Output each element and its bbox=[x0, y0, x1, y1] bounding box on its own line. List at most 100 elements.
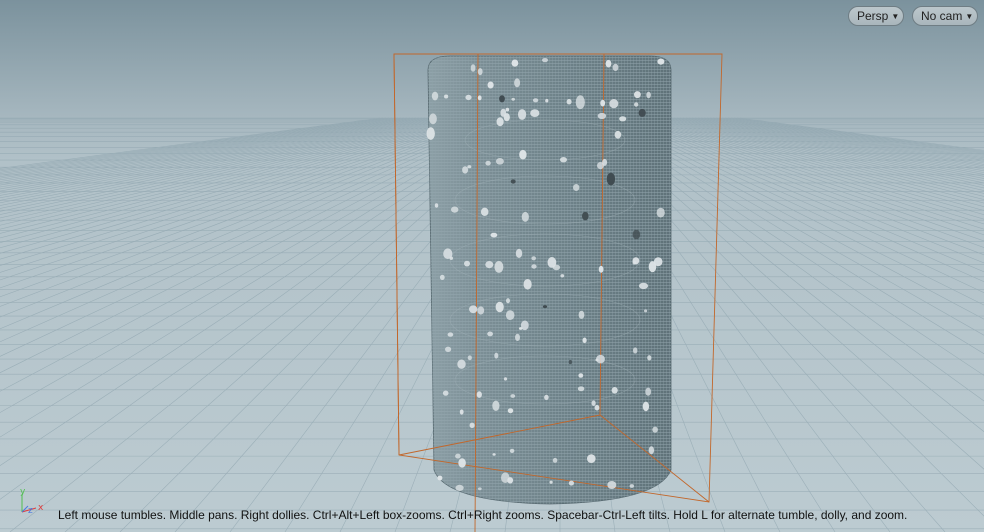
debris-particle bbox=[455, 453, 461, 459]
view-persp-label: Persp bbox=[857, 9, 889, 23]
debris-particle bbox=[606, 172, 616, 186]
debris-particle bbox=[511, 97, 515, 101]
debris-particle bbox=[646, 91, 651, 99]
debris-particle bbox=[632, 260, 637, 265]
debris-particle bbox=[431, 91, 439, 101]
debris-particle bbox=[426, 127, 435, 140]
debris-particle bbox=[560, 157, 567, 163]
debris-particle bbox=[447, 332, 454, 337]
debris-particle bbox=[652, 426, 658, 433]
debris-particle bbox=[544, 394, 549, 400]
debris-particle bbox=[573, 184, 580, 191]
debris-particle bbox=[577, 386, 585, 392]
debris-particle bbox=[600, 99, 606, 107]
debris-particle bbox=[638, 282, 649, 290]
debris-particle bbox=[515, 333, 520, 341]
viewport-status-hint: Left mouse tumbles. Middle pans. Right d… bbox=[58, 508, 908, 522]
debris-particle bbox=[510, 394, 516, 398]
debris-particle bbox=[545, 98, 549, 103]
debris-particle bbox=[477, 68, 483, 76]
debris-particle bbox=[455, 484, 464, 491]
camera-menu[interactable]: No cam ▼ bbox=[912, 6, 978, 26]
debris-particle bbox=[494, 352, 499, 359]
3d-viewport[interactable]: Persp ▼ No cam ▼ y x z Left mouse tumbles.… bbox=[0, 0, 984, 532]
debris-particle bbox=[575, 95, 585, 110]
debris-particle bbox=[434, 203, 439, 208]
scene-canvas[interactable] bbox=[0, 0, 984, 532]
caret-down-icon: ▼ bbox=[965, 12, 974, 21]
debris-particle bbox=[656, 207, 665, 218]
debris-particle bbox=[598, 265, 604, 273]
debris-particle bbox=[632, 229, 641, 240]
debris-particle bbox=[505, 107, 510, 112]
debris-particle bbox=[505, 310, 515, 320]
debris-particle bbox=[611, 387, 618, 394]
debris-particle bbox=[549, 480, 553, 484]
debris-particle bbox=[429, 113, 437, 125]
debris-particle bbox=[612, 63, 619, 71]
debris-particle bbox=[492, 400, 500, 411]
view-persp-menu[interactable]: Persp ▼ bbox=[848, 6, 904, 26]
debris-particle bbox=[560, 274, 565, 278]
debris-particle bbox=[587, 454, 596, 463]
debris-particle bbox=[487, 331, 493, 337]
debris-particle bbox=[597, 112, 607, 120]
debris-particle bbox=[591, 400, 596, 407]
debris-particle bbox=[464, 260, 470, 267]
debris-particle bbox=[495, 158, 504, 165]
debris-particle bbox=[444, 94, 449, 99]
debris-particle bbox=[532, 98, 539, 103]
debris-particle bbox=[469, 305, 478, 314]
cylinder-mesh[interactable] bbox=[427, 55, 672, 505]
debris-particle bbox=[578, 310, 585, 319]
debris-particle bbox=[633, 347, 638, 354]
debris-particle bbox=[568, 480, 575, 486]
debris-particle bbox=[552, 457, 558, 463]
axis-y-label: y bbox=[20, 487, 26, 497]
debris-particle bbox=[515, 248, 523, 258]
debris-particle bbox=[443, 248, 453, 259]
debris-particle bbox=[459, 409, 464, 415]
debris-particle bbox=[518, 109, 527, 120]
debris-particle bbox=[510, 179, 516, 184]
debris-particle bbox=[619, 116, 627, 122]
debris-particle bbox=[487, 81, 494, 89]
debris-particle bbox=[597, 162, 604, 170]
debris-particle bbox=[494, 261, 504, 273]
debris-particle bbox=[451, 206, 459, 213]
debris-particle bbox=[457, 359, 466, 369]
debris-particle bbox=[480, 207, 489, 216]
debris-particle bbox=[648, 446, 655, 455]
debris-particle bbox=[465, 94, 472, 101]
debris-particle bbox=[530, 109, 540, 117]
debris-particle bbox=[594, 404, 600, 411]
debris-particle bbox=[644, 309, 648, 313]
debris-particle bbox=[566, 98, 572, 105]
debris-particle bbox=[518, 327, 523, 330]
debris-particle bbox=[523, 279, 532, 290]
debris-particle bbox=[477, 95, 482, 101]
debris-particle bbox=[582, 211, 589, 221]
debris-particle bbox=[519, 149, 527, 160]
debris-particle bbox=[629, 484, 634, 488]
debris-particle bbox=[485, 261, 494, 269]
debris-particle bbox=[521, 211, 529, 222]
debris-particle bbox=[439, 274, 445, 280]
axis-gizmo: y x z bbox=[20, 487, 44, 516]
debris-particle bbox=[503, 377, 508, 381]
axis-x-label: x bbox=[38, 503, 44, 513]
debris-particle bbox=[495, 301, 504, 313]
debris-particle bbox=[469, 422, 475, 428]
debris-particle bbox=[542, 305, 548, 309]
debris-particle bbox=[648, 261, 657, 273]
debris-particle bbox=[501, 472, 510, 484]
debris-particle bbox=[496, 117, 504, 127]
debris-particle bbox=[506, 298, 510, 304]
debris-particle bbox=[511, 59, 519, 67]
debris-particle bbox=[634, 102, 639, 107]
debris-particle bbox=[645, 387, 652, 396]
debris-particle bbox=[647, 355, 652, 361]
caret-down-icon: ▼ bbox=[891, 12, 900, 21]
debris-particle bbox=[437, 475, 443, 481]
debris-particle bbox=[500, 108, 507, 117]
